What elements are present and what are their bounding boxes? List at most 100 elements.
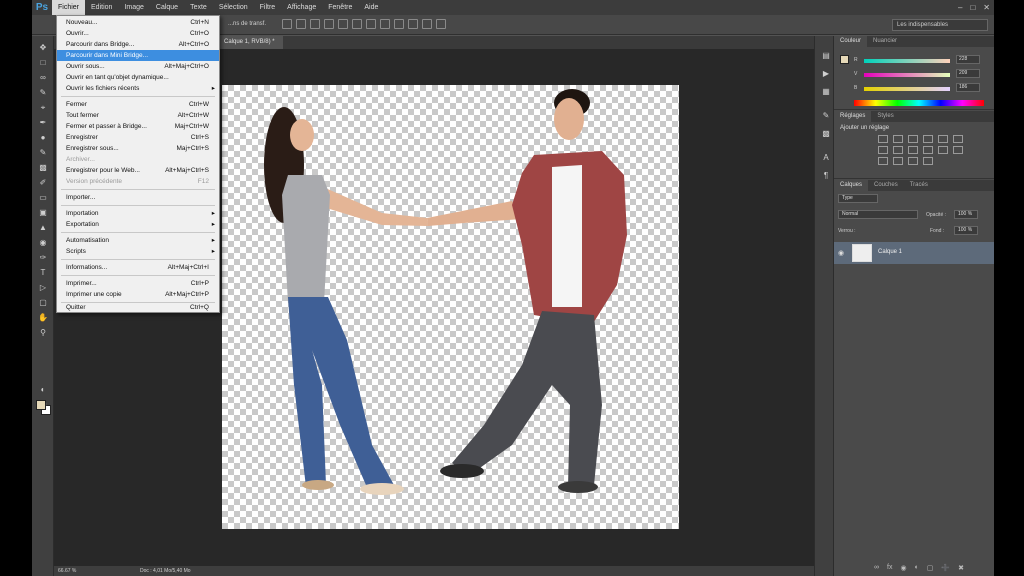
green-value[interactable]: 209 (956, 69, 980, 78)
align-middle-icon[interactable] (296, 19, 306, 29)
history-brush-icon[interactable]: ✐ (37, 177, 49, 188)
photo-filter-icon[interactable] (908, 146, 918, 154)
trash-icon[interactable]: ✖ (958, 564, 964, 572)
menu-item-quitter[interactable]: Quitter Ctrl+Q (57, 302, 219, 313)
layer-style-icon[interactable]: fx (887, 564, 892, 572)
distribute-left-icon[interactable] (408, 19, 418, 29)
minimize-icon[interactable]: – (958, 0, 962, 15)
align-top-icon[interactable] (282, 19, 292, 29)
maximize-icon[interactable]: □ (970, 0, 975, 15)
clone-panel-icon[interactable]: ▩ (820, 128, 832, 139)
fill-input[interactable]: 100 % (954, 226, 978, 235)
zoom-level[interactable]: 66.67 % (58, 568, 76, 574)
path-select-tool-icon[interactable]: ▷ (37, 282, 49, 293)
tab-couleur[interactable]: Couleur (834, 36, 868, 47)
menu-item-importer[interactable]: Importer... (57, 192, 219, 203)
hand-tool-icon[interactable]: ✋ (37, 312, 49, 323)
move-tool-icon[interactable]: ✥ (37, 42, 49, 53)
tab-reglages[interactable]: Réglages (834, 111, 872, 122)
eyedropper-tool-icon[interactable]: ✒ (37, 117, 49, 128)
brightness-icon[interactable] (878, 135, 888, 143)
menu-item-parcourir-bridge[interactable]: Parcourir dans Bridge... Alt+Ctrl+O (57, 39, 219, 50)
tab-traces[interactable]: Tracés (904, 180, 934, 191)
document-tab[interactable]: Calque 1, RVB/8) * (216, 36, 283, 49)
shape-tool-icon[interactable]: ▢ (37, 297, 49, 308)
marquee-tool-icon[interactable]: □ (37, 57, 49, 68)
selective-color-icon[interactable] (923, 157, 933, 165)
color-spectrum[interactable] (854, 100, 984, 106)
blur-tool-icon[interactable]: ▲ (37, 222, 49, 233)
type-tool-icon[interactable]: T (37, 267, 49, 278)
menu-selection[interactable]: Sélection (213, 0, 254, 15)
crop-tool-icon[interactable]: ⌖ (37, 102, 49, 113)
link-layers-icon[interactable]: ∞ (874, 564, 879, 572)
layer-mask-icon[interactable]: ◉ (900, 564, 906, 572)
menu-texte[interactable]: Texte (184, 0, 213, 15)
menu-filtre[interactable]: Filtre (254, 0, 282, 15)
threshold-icon[interactable] (893, 157, 903, 165)
align-bottom-icon[interactable] (310, 19, 320, 29)
menu-item-automatisation[interactable]: Automatisation ▸ (57, 235, 219, 246)
dodge-tool-icon[interactable]: ◉ (37, 237, 49, 248)
exposure-icon[interactable] (923, 135, 933, 143)
red-slider-bar[interactable] (864, 59, 950, 63)
menu-calque[interactable]: Calque (150, 0, 184, 15)
blue-slider-bar[interactable] (864, 87, 950, 91)
invert-icon[interactable] (953, 146, 963, 154)
gradient-tool-icon[interactable]: ▣ (37, 207, 49, 218)
menu-item-fichiers-recents[interactable]: Ouvrir les fichiers récents ▸ (57, 83, 219, 94)
levels-icon[interactable] (893, 135, 903, 143)
menu-fenetre[interactable]: Fenêtre (322, 0, 358, 15)
menu-item-tout-fermer[interactable]: Tout fermer Alt+Ctrl+W (57, 110, 219, 121)
layer-name[interactable]: Calque 1 (878, 249, 902, 255)
menu-item-ouvrir-dynamique[interactable]: Ouvrir en tant qu'objet dynamique... (57, 72, 219, 83)
blue-value[interactable]: 186 (956, 83, 980, 92)
menu-item-scripts[interactable]: Scripts ▸ (57, 246, 219, 257)
gradient-map-icon[interactable] (908, 157, 918, 165)
foreground-color-swatch[interactable] (36, 400, 46, 410)
menu-image[interactable]: Image (118, 0, 149, 15)
green-slider[interactable]: V 209 (854, 69, 990, 79)
brush-panel-icon[interactable]: ✎ (820, 110, 832, 121)
opacity-input[interactable]: 100 % (954, 210, 978, 219)
stamp-tool-icon[interactable]: ▩ (37, 162, 49, 173)
hue-saturation-icon[interactable] (953, 135, 963, 143)
posterize-icon[interactable] (878, 157, 888, 165)
tab-styles[interactable]: Styles (871, 111, 899, 122)
align-right-icon[interactable] (352, 19, 362, 29)
document-canvas[interactable] (222, 85, 679, 529)
workspace-select[interactable]: Les indispensables (892, 19, 988, 31)
distribute-right-icon[interactable] (436, 19, 446, 29)
menu-item-fermer[interactable]: Fermer Ctrl+W (57, 99, 219, 110)
menu-item-ouvrir[interactable]: Ouvrir... Ctrl+O (57, 28, 219, 39)
layer-row[interactable]: ◉ Calque 1 (834, 242, 994, 264)
menu-item-exportation[interactable]: Exportation ▸ (57, 219, 219, 230)
distribute-center-icon[interactable] (422, 19, 432, 29)
quick-mask-icon[interactable]: ◐ (37, 384, 49, 395)
menu-item-nouveau[interactable]: Nouveau... Ctrl+N (57, 17, 219, 28)
menu-item-ouvrir-sous[interactable]: Ouvrir sous... Alt+Maj+Ctrl+O (57, 61, 219, 72)
menu-item-informations[interactable]: Informations... Alt+Maj+Ctrl+I (57, 262, 219, 273)
menu-item-fermer-bridge[interactable]: Fermer et passer à Bridge... Maj+Ctrl+W (57, 121, 219, 132)
distribute-middle-icon[interactable] (380, 19, 390, 29)
tab-calques[interactable]: Calques (834, 180, 869, 191)
menu-item-enregistrer[interactable]: Enregistrer Ctrl+S (57, 132, 219, 143)
color-lookup-icon[interactable] (938, 146, 948, 154)
close-icon[interactable]: ✕ (983, 0, 990, 15)
brush-tool-icon[interactable]: ✎ (37, 147, 49, 158)
menu-affichage[interactable]: Affichage (281, 0, 322, 15)
red-value[interactable]: 228 (956, 55, 980, 64)
green-slider-bar[interactable] (864, 73, 950, 77)
new-layer-icon[interactable]: ➕ (941, 564, 950, 572)
visibility-eye-icon[interactable]: ◉ (838, 249, 844, 257)
menu-item-importation[interactable]: Importation ▸ (57, 208, 219, 219)
layer-filter-select[interactable]: Type (838, 194, 878, 203)
menu-item-imprimer[interactable]: Imprimer... Ctrl+P (57, 278, 219, 289)
menu-item-enregistrer-web[interactable]: Enregistrer pour le Web... Alt+Maj+Ctrl+S (57, 165, 219, 176)
eraser-tool-icon[interactable]: ▭ (37, 192, 49, 203)
distribute-bottom-icon[interactable] (394, 19, 404, 29)
channel-mixer-icon[interactable] (923, 146, 933, 154)
quick-select-tool-icon[interactable]: ✎ (37, 87, 49, 98)
pen-tool-icon[interactable]: ✑ (37, 252, 49, 263)
align-left-icon[interactable] (324, 19, 334, 29)
